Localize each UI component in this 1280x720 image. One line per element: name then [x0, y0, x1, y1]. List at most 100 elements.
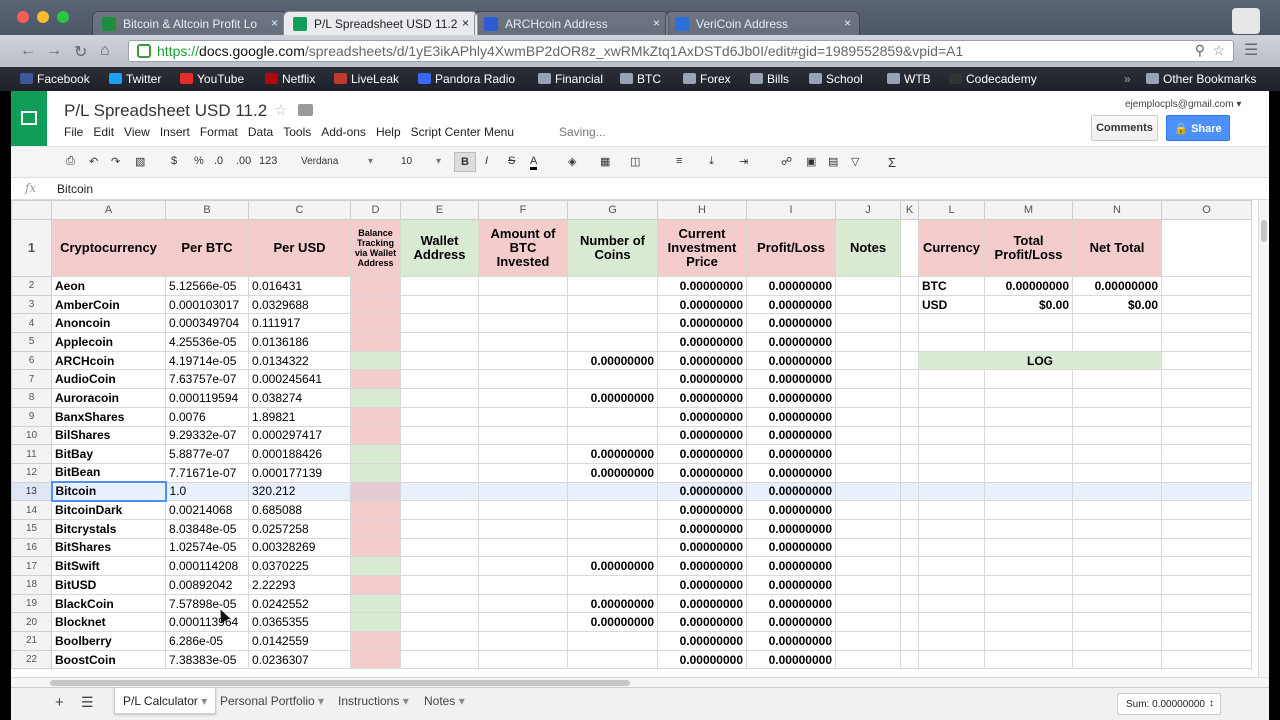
summary-empty-cell[interactable]	[1072, 649, 1162, 670]
spacer-cell[interactable]	[900, 575, 919, 595]
wallet-address-cell[interactable]	[400, 649, 479, 670]
crypto-name-cell[interactable]: BitSwift	[51, 556, 166, 576]
per-usd-cell[interactable]: 0.0236307	[248, 649, 351, 670]
per-btc-cell[interactable]: 7.63757e-07	[165, 369, 249, 390]
profit-loss-cell[interactable]: 0.00000000	[746, 537, 836, 558]
column-header[interactable]: H	[657, 200, 747, 220]
summary-currency-cell[interactable]: BTC	[918, 276, 985, 296]
investment-price-cell[interactable]: 0.00000000	[657, 500, 747, 520]
crypto-name-cell[interactable]: AmberCoin	[51, 294, 166, 315]
crypto-name-cell[interactable]: Applecoin	[51, 332, 166, 352]
notes-cell[interactable]	[835, 649, 901, 670]
header-cell[interactable]: Currency	[918, 219, 985, 277]
menu-item[interactable]: Script Center Menu	[411, 125, 514, 139]
menu-item[interactable]: File	[64, 125, 83, 139]
wallet-address-cell[interactable]	[400, 406, 479, 427]
menu-item[interactable]: Data	[248, 125, 273, 139]
align-left-icon[interactable]: ≡	[676, 155, 682, 167]
per-usd-cell[interactable]: 0.0136186	[248, 332, 351, 352]
crypto-name-cell[interactable]: BanxShares	[51, 406, 166, 427]
investment-price-cell[interactable]: 0.00000000	[657, 388, 747, 408]
paint-format-icon[interactable]: ▧	[135, 155, 145, 168]
per-btc-cell[interactable]: 5.12566e-05	[165, 276, 249, 296]
sheet-tab[interactable]: P/L Calculator ▾	[114, 688, 217, 714]
caret-down-icon[interactable]: ▾	[198, 694, 207, 708]
summary-empty-cell[interactable]	[1072, 518, 1162, 539]
document-title[interactable]: P/L Spreadsheet USD 11.2	[64, 101, 267, 121]
empty-cell[interactable]	[1161, 332, 1252, 352]
profit-loss-cell[interactable]: 0.00000000	[746, 388, 836, 408]
number-of-coins-cell[interactable]	[567, 537, 658, 558]
column-header[interactable]: D	[350, 200, 401, 220]
balance-tracking-cell[interactable]	[350, 556, 401, 576]
number-of-coins-cell[interactable]	[567, 276, 658, 296]
menu-item[interactable]: Tools	[283, 125, 311, 139]
per-usd-cell[interactable]: 2.22293	[248, 575, 351, 595]
select-all-corner[interactable]	[11, 200, 52, 220]
wallet-address-cell[interactable]	[400, 575, 479, 595]
number-of-coins-cell[interactable]: 0.00000000	[567, 556, 658, 576]
crypto-name-cell[interactable]: Aeon	[51, 276, 166, 296]
row-number[interactable]: 20	[11, 612, 52, 633]
number-of-coins-cell[interactable]: 0.00000000	[567, 462, 658, 483]
row-number[interactable]: 15	[11, 518, 52, 539]
bold-button[interactable]: B	[454, 152, 476, 172]
notes-cell[interactable]	[835, 612, 901, 633]
summary-total-cell[interactable]: $0.00	[984, 294, 1073, 315]
wallet-address-cell[interactable]	[400, 388, 479, 408]
notes-cell[interactable]	[835, 388, 901, 408]
comments-button[interactable]: Comments	[1091, 115, 1158, 141]
vertical-scroll-thumb[interactable]	[1261, 220, 1267, 242]
sheet-tab[interactable]: Personal Portfolio ▾	[212, 688, 332, 714]
back-icon[interactable]: ←	[20, 42, 36, 60]
per-usd-cell[interactable]: 0.685088	[248, 500, 351, 520]
btc-invested-cell[interactable]	[478, 500, 568, 520]
per-btc-cell[interactable]: 4.25536e-05	[165, 332, 249, 352]
user-email[interactable]: ejemplocpls@gmail.com ▾	[1125, 99, 1241, 110]
bookmark-item[interactable]: YouTube	[180, 72, 244, 86]
empty-cell[interactable]	[1161, 406, 1252, 427]
summary-empty-cell[interactable]	[984, 500, 1073, 520]
balance-tracking-cell[interactable]	[350, 500, 401, 520]
header-cell[interactable]	[900, 219, 919, 277]
column-header[interactable]: K	[900, 200, 919, 220]
row-number[interactable]: 10	[11, 425, 52, 446]
summary-empty-cell[interactable]	[1072, 612, 1162, 633]
summary-empty-cell[interactable]	[918, 612, 985, 633]
summary-currency-cell[interactable]: USD	[918, 294, 985, 315]
balance-tracking-cell[interactable]	[350, 575, 401, 595]
summary-empty-cell[interactable]	[918, 406, 985, 427]
wallet-address-cell[interactable]	[400, 294, 479, 315]
bookmarks-overflow-icon[interactable]: »	[1124, 72, 1131, 86]
currency-format-button[interactable]: $	[171, 155, 177, 167]
caret-down-icon[interactable]: ▾	[315, 694, 324, 708]
investment-price-cell[interactable]: 0.00000000	[657, 313, 747, 334]
header-cell[interactable]: Balance Tracking via Wallet Address	[350, 219, 401, 277]
column-header[interactable]: E	[400, 200, 479, 220]
number-of-coins-cell[interactable]: 0.00000000	[567, 350, 658, 371]
wallet-address-cell[interactable]	[400, 481, 479, 502]
notes-cell[interactable]	[835, 350, 901, 371]
notes-cell[interactable]	[835, 500, 901, 520]
balance-tracking-cell[interactable]	[350, 462, 401, 483]
spacer-cell[interactable]	[900, 537, 919, 558]
row-number[interactable]: 7	[11, 369, 52, 390]
bookmark-item[interactable]: Twitter	[109, 72, 161, 86]
per-btc-cell[interactable]: 0.000119594	[165, 388, 249, 408]
column-header[interactable]: I	[746, 200, 836, 220]
column-header[interactable]: G	[567, 200, 658, 220]
summary-empty-cell[interactable]	[1072, 332, 1162, 352]
wallet-address-cell[interactable]	[400, 500, 479, 520]
empty-cell[interactable]	[1161, 556, 1252, 576]
spacer-cell[interactable]	[900, 369, 919, 390]
summary-empty-cell[interactable]	[984, 425, 1073, 446]
balance-tracking-cell[interactable]	[350, 294, 401, 315]
formula-value[interactable]: Bitcoin	[57, 182, 93, 196]
number-of-coins-cell[interactable]	[567, 575, 658, 595]
per-usd-cell[interactable]: 0.000177139	[248, 462, 351, 483]
sheets-logo-icon[interactable]	[11, 91, 47, 146]
wallet-address-cell[interactable]	[400, 425, 479, 446]
crypto-name-cell[interactable]: Blocknet	[51, 612, 166, 633]
spacer-cell[interactable]	[900, 332, 919, 352]
spacer-cell[interactable]	[900, 481, 919, 502]
